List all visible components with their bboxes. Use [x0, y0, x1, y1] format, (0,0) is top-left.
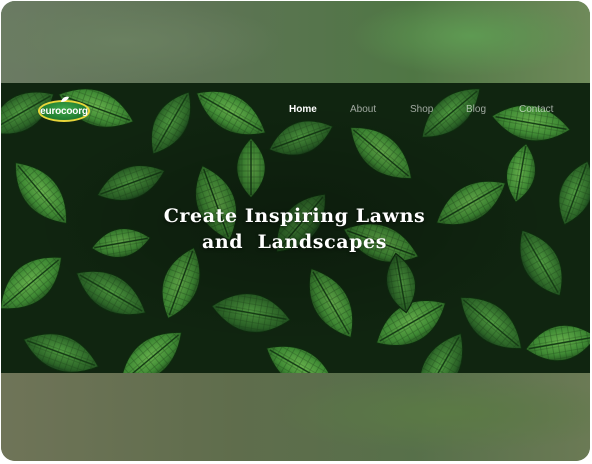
blurred-top-band [1, 1, 590, 83]
logo-text: eurocoorg [40, 105, 88, 117]
nav-home[interactable]: Home [289, 104, 317, 120]
hero-headline: Create Inspiring Lawns and Landscapes [0, 203, 589, 255]
nav-contact[interactable]: Contact [519, 104, 553, 120]
blurred-bottom-band [1, 373, 590, 461]
nav-blog[interactable]: Blog [466, 104, 486, 120]
brand-logo[interactable]: eurocoorg [38, 96, 90, 122]
hero-headline-line2: and Landscapes [201, 231, 388, 253]
hero-headline-line1: Create Inspiring Lawns [163, 205, 426, 227]
leaf-icon [61, 96, 69, 102]
nav-about[interactable]: About [350, 104, 376, 120]
nav-shop[interactable]: Shop [410, 104, 433, 120]
